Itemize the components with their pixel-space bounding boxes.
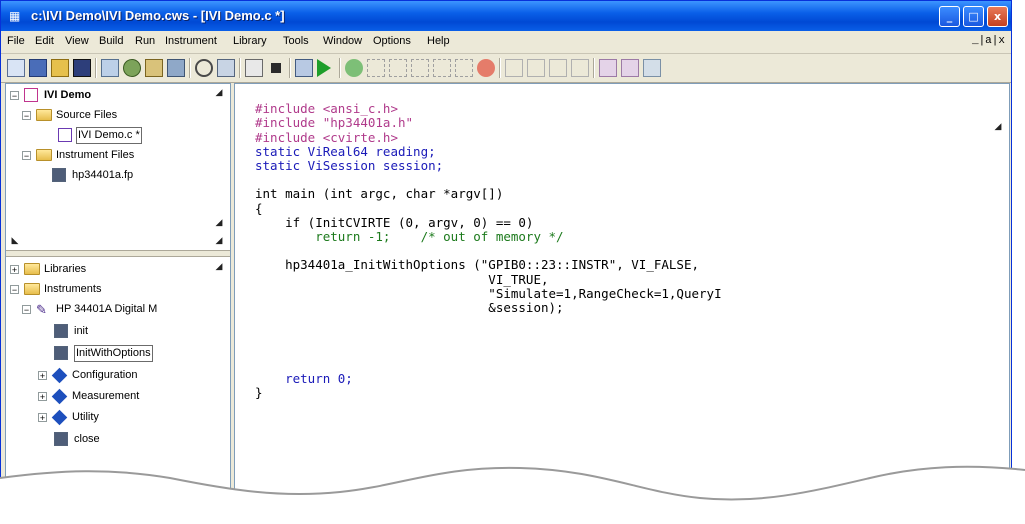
window-icon[interactable] [167,59,185,77]
menu-edit[interactable]: Edit [35,35,54,47]
find-icon[interactable] [145,59,163,77]
expand-icon[interactable]: + [10,265,19,275]
cvi-app-icon[interactable]: ▦ [9,8,25,24]
folder-icon [36,149,52,161]
breakpoint-icon[interactable] [345,59,363,77]
source-editor[interactable]: ◢ #include <ansi_c.h> #include "hp34401a… [234,83,1010,523]
scroll-right-icon[interactable]: ◢ [212,234,226,248]
pane-resize-icon[interactable]: ◢ [212,260,226,274]
folder-icon [24,263,40,275]
magnify-icon[interactable] [195,59,213,77]
step-into-icon[interactable] [367,59,385,77]
menu-instrument[interactable]: Instrument [165,35,217,47]
mdi-window-controls[interactable]: _|a|x [972,35,1005,47]
code-line[interactable]: } [255,385,263,400]
menu-run[interactable]: Run [135,35,155,47]
variables-icon[interactable] [527,59,545,77]
code-line[interactable]: return -1; /* out of memory */ [255,229,563,244]
menu-build[interactable]: Build [99,35,123,47]
replace-icon[interactable] [217,59,235,77]
menu-library[interactable]: Library [233,35,267,47]
close-button[interactable]: x [987,6,1008,27]
instrument-driver-icon: ✎ [36,302,47,317]
function-icon [54,346,68,360]
step-over-icon[interactable] [389,59,407,77]
class-icon [51,388,68,405]
menu-file[interactable]: File [7,35,25,47]
collapse-icon[interactable]: − [22,305,31,315]
new-project-icon[interactable] [7,59,25,77]
code-line[interactable]: hp34401a_InitWithOptions ("GPIB0::23::IN… [255,257,699,272]
pane-splitter[interactable] [6,250,230,257]
code-line[interactable]: int main (int argc, char *argv[]) [255,186,503,201]
panel-icon[interactable] [599,59,617,77]
code-line[interactable]: #include <ansi_c.h> [255,101,398,116]
expand-icon[interactable]: + [38,413,47,423]
function-panel-icon[interactable] [621,59,639,77]
menu-options[interactable]: Options [373,35,411,47]
title-bar[interactable]: ▦ c:\IVI Demo\IVI Demo.cws - [IVI Demo.c… [1,1,1011,31]
collapse-icon[interactable]: − [22,151,31,161]
function-panel-file-icon [52,168,66,182]
step-icon[interactable] [295,59,313,77]
main-window: ▦ c:\IVI Demo\IVI Demo.cws - [IVI Demo.c… [0,0,1012,524]
code-line[interactable]: static ViSession session; [255,158,443,173]
code-line[interactable]: #include "hp34401a.h" [255,115,413,130]
code-line[interactable]: if (InitCVIRTE (0, argv, 0) == 0) [255,215,533,230]
scroll-left-icon[interactable]: ◣ [8,234,22,248]
class-icon [51,409,68,426]
pane-resize-icon[interactable]: ◢ [212,216,226,230]
function-icon [54,324,68,338]
toolbar [1,54,1011,83]
collapse-icon[interactable]: − [10,91,19,101]
goto-cursor-icon[interactable] [433,59,451,77]
c-file-icon [58,128,72,142]
code-line[interactable]: &session); [255,300,563,315]
expand-icon[interactable]: + [38,371,47,381]
code-line[interactable]: { [255,201,263,216]
run-icon[interactable] [317,59,331,77]
window-title: c:\IVI Demo\IVI Demo.cws - [IVI Demo.c *… [31,8,285,23]
code-line[interactable]: VI_TRUE, [255,272,548,287]
menu-bar: File Edit View Build Run Instrument Libr… [1,31,1011,54]
folder-icon [24,283,40,295]
open-folder-icon[interactable] [51,59,69,77]
debug-icon[interactable] [245,59,263,77]
menu-tools[interactable]: Tools [283,35,309,47]
step-out-icon[interactable] [411,59,429,77]
collapse-icon[interactable]: − [10,285,19,295]
collapse-icon[interactable]: − [22,111,31,121]
cut-icon[interactable] [101,59,119,77]
open-file-icon[interactable] [29,59,47,77]
function-icon [54,432,68,446]
menu-help[interactable]: Help [427,35,450,47]
continue-icon[interactable] [455,59,473,77]
pane-resize-icon[interactable]: ◢ [212,86,226,100]
save-icon[interactable] [73,59,91,77]
build-icon[interactable] [123,59,141,77]
minimize-button[interactable]: _ [939,6,960,27]
menu-view[interactable]: View [65,35,89,47]
code-line[interactable]: return 0; [255,371,353,386]
code-line[interactable]: static ViReal64 reading; [255,144,436,159]
expand-icon[interactable]: + [38,392,47,402]
folder-icon [36,109,52,121]
code-line[interactable]: #include <cvirte.h> [255,130,398,145]
help-icon[interactable] [643,59,661,77]
code-line[interactable]: "Simulate=1,RangeCheck=1,QueryI [255,286,721,301]
menu-window[interactable]: Window [323,35,362,47]
workspace-tree-pane: − IVI Demo ◢ − Source Files IVI Demo.c *… [5,83,231,523]
editor-resize-icon[interactable]: ◢ [991,120,1005,134]
memory-icon[interactable] [571,59,589,77]
class-icon [51,367,68,384]
stop-icon[interactable] [271,63,281,73]
project-icon [24,88,38,102]
call-stack-icon[interactable] [549,59,567,77]
terminate-icon[interactable] [477,59,495,77]
code-view[interactable]: #include <ansi_c.h> #include "hp34401a.h… [255,88,722,400]
watch-icon[interactable] [505,59,523,77]
maximize-button[interactable]: □ [963,6,984,27]
